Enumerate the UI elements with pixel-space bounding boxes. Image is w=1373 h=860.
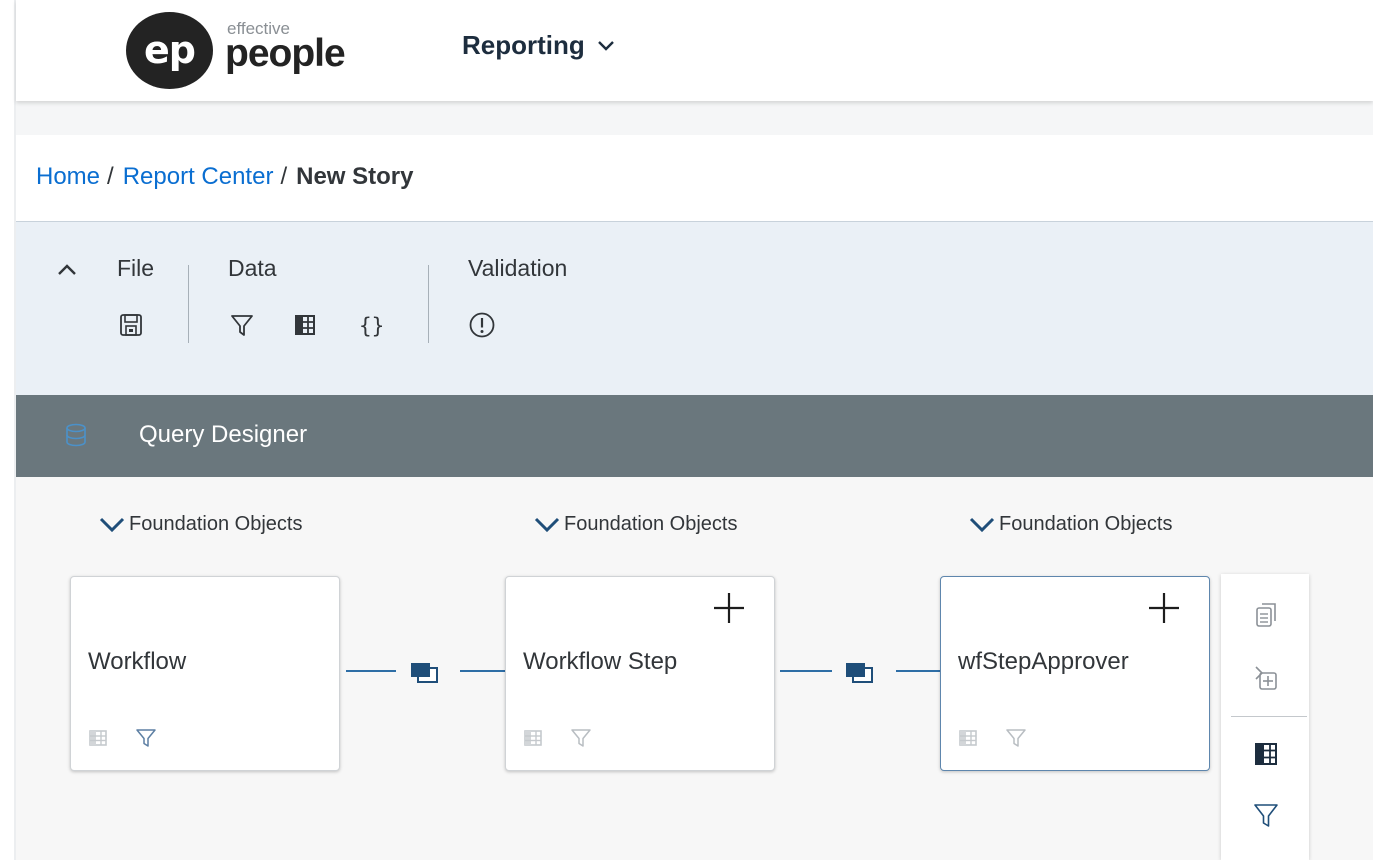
columns-icon[interactable] [957,727,979,749]
entity-name: Workflow Step [523,648,678,675]
entity-name: Workflow [88,648,187,675]
query-canvas: Foundation Objects Foundation Objects Fo… [16,477,1373,860]
join-icon[interactable] [409,660,439,684]
story-toolbar: File Data {} Validation [16,222,1373,395]
toolbar-separator [428,265,429,343]
foundation-objects-toggle[interactable]: Foundation Objects [99,513,302,536]
foundation-objects-toggle[interactable]: Foundation Objects [534,513,737,536]
breadcrumb-bar: Home / Report Center / New Story [16,135,1373,222]
save-icon[interactable] [117,311,145,339]
entity-card-workflow-step[interactable]: Workflow Step [505,576,775,771]
panel-separator [1231,716,1307,717]
chevron-down-icon [597,40,614,51]
toolbar-group-file-label: File [117,255,155,281]
foundation-objects-toggle[interactable]: Foundation Objects [969,513,1172,536]
braces-icon[interactable]: {} [358,311,394,339]
database-icon [66,423,86,447]
plus-icon[interactable] [712,591,746,625]
toolbar-group-validation-label: Validation [468,255,568,281]
chevron-down-icon [969,517,995,532]
entity-name: wfStepApprover [958,648,1129,675]
filter-icon[interactable] [1005,727,1027,749]
filter-icon[interactable] [135,727,157,749]
logo-wordmark: people [225,32,346,75]
breadcrumb-separator: / [107,163,114,190]
join-line [780,670,832,672]
columns-icon[interactable] [87,727,109,749]
filter-icon[interactable] [228,311,256,339]
join-line [346,670,396,672]
logo-mark: ep [126,12,213,89]
breadcrumb: Home / Report Center / New Story [36,163,414,191]
toolbar-group-data-label: Data [228,255,277,281]
entity-card-wfstepapprover[interactable]: wfStepApprover [940,576,1210,771]
svg-text:{}: {} [359,314,384,338]
effective-people-logo[interactable]: ep effective people [126,12,376,92]
chevron-down-icon [99,517,125,532]
filter-icon[interactable] [570,727,592,749]
reporting-menu-label: Reporting [462,30,585,60]
plus-icon[interactable] [1147,591,1181,625]
columns-icon[interactable] [1253,740,1279,768]
reporting-menu-button[interactable]: Reporting [462,30,615,61]
join-line [460,670,505,672]
exclamation-circle-icon[interactable] [468,311,496,339]
chevron-up-icon[interactable] [56,260,78,280]
breadcrumb-report-center-link[interactable]: Report Center [123,163,274,191]
group-label: Foundation Objects [564,513,738,535]
toolbar-separator [188,265,189,343]
group-label: Foundation Objects [129,513,303,535]
add-join-icon[interactable] [1253,664,1279,692]
breadcrumb-current-page: New Story [296,163,414,190]
query-designer-title: Query Designer [139,421,308,448]
header-spacer [16,101,1373,135]
breadcrumb-home-link[interactable]: Home [36,163,100,191]
copy-icon[interactable] [1253,601,1279,629]
entity-card-workflow[interactable]: Workflow [70,576,340,771]
query-designer-header: Query Designer [16,395,1373,477]
app-window: ep effective people Reporting Home / Rep… [0,0,1373,860]
join-line [896,670,940,672]
entity-actions-panel [1221,574,1309,860]
breadcrumb-separator: / [280,163,288,190]
filter-icon[interactable] [1253,801,1279,829]
columns-icon[interactable] [522,727,544,749]
shell-header: ep effective people Reporting [16,0,1373,101]
chevron-down-icon [534,517,560,532]
group-label: Foundation Objects [999,513,1173,535]
table-icon[interactable] [291,311,319,339]
join-icon[interactable] [844,660,874,684]
page-content: ep effective people Reporting Home / Rep… [16,0,1373,860]
